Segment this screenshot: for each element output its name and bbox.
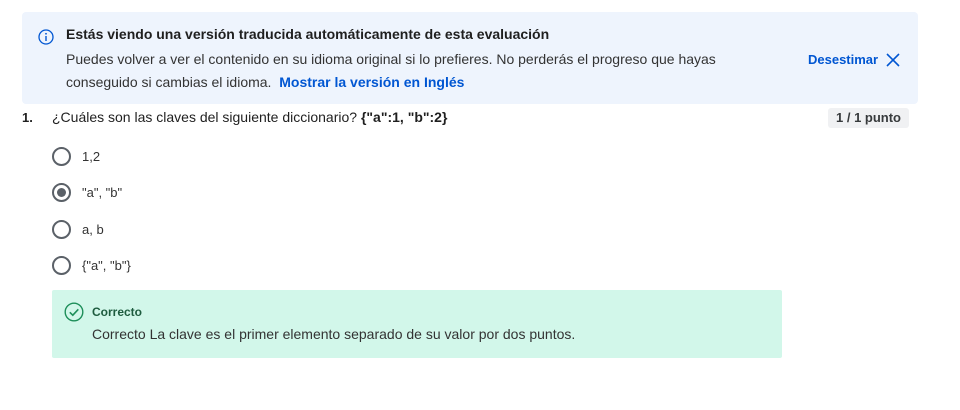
translation-banner: Estás viendo una versión traducida autom… xyxy=(22,12,918,104)
radio-button[interactable] xyxy=(52,147,71,166)
show-original-link[interactable]: Mostrar la versión en Inglés xyxy=(279,74,464,90)
feedback-text: Correcto La clave es el primer elemento … xyxy=(92,326,576,342)
banner-body: Puedes volver a ver el contenido en su i… xyxy=(66,48,786,94)
question-code: {"a":1, "b":2} xyxy=(360,109,448,125)
dismiss-label: Desestimar xyxy=(808,52,879,67)
option-label: "a", "b" xyxy=(82,185,123,200)
check-circle-icon xyxy=(64,302,84,322)
option-label: a, b xyxy=(82,222,104,237)
radio-button-selected[interactable] xyxy=(52,183,71,202)
question-number: 1. xyxy=(22,110,33,125)
feedback-box: Correcto Correcto La clave es el primer … xyxy=(52,290,782,358)
dismiss-button[interactable]: Desestimar xyxy=(808,52,900,67)
option-label: {"a", "b"} xyxy=(82,258,131,273)
radio-button[interactable] xyxy=(52,256,71,275)
option-2[interactable]: "a", "b" xyxy=(52,183,122,202)
info-icon xyxy=(38,29,54,45)
banner-title: Estás viendo una versión traducida autom… xyxy=(66,26,550,42)
radio-button[interactable] xyxy=(52,220,71,239)
option-3[interactable]: a, b xyxy=(52,220,104,239)
feedback-title: Correcto xyxy=(92,305,143,319)
score-badge: 1 / 1 punto xyxy=(828,108,909,128)
question-prompt: ¿Cuáles son las claves del siguiente dic… xyxy=(52,109,358,125)
close-icon xyxy=(886,52,900,67)
option-4[interactable]: {"a", "b"} xyxy=(52,256,131,275)
option-1[interactable]: 1,2 xyxy=(52,147,100,166)
option-label: 1,2 xyxy=(82,149,101,164)
question-text: ¿Cuáles son las claves del siguiente dic… xyxy=(52,109,447,125)
